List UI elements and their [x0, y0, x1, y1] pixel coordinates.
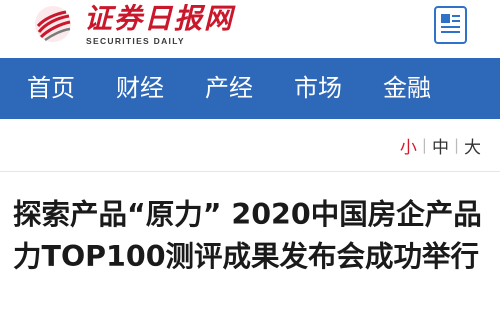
font-size-medium[interactable]: 中: [427, 133, 454, 158]
news-menu-button[interactable]: [434, 6, 467, 44]
nav-item-banking[interactable]: 金融: [383, 58, 431, 119]
site-logo-subtitle: SECURITIES DAILY: [86, 36, 185, 46]
site-logo-text[interactable]: 证券日报网: [84, 2, 234, 36]
article-title: 探索产品“原力” 2020中国房企产品力TOP100测评成果发布会成功举行: [13, 198, 482, 273]
nav-item-finance[interactable]: 财经: [116, 58, 164, 119]
font-size-small[interactable]: 小: [395, 133, 422, 158]
nav-item-industry[interactable]: 产经: [205, 58, 253, 119]
logo-icon[interactable]: [33, 4, 73, 44]
divider: [0, 171, 500, 172]
font-size-large[interactable]: 大: [459, 133, 486, 158]
nav-item-home[interactable]: 首页: [27, 58, 75, 119]
main-nav: 首页 财经 产经 市场 金融: [0, 58, 500, 119]
site-header: 证券日报网 SECURITIES DAILY: [0, 0, 500, 55]
font-size-switcher: 小 | 中 | 大: [395, 131, 486, 159]
newspaper-icon: [441, 14, 460, 33]
nav-item-market[interactable]: 市场: [294, 58, 342, 119]
